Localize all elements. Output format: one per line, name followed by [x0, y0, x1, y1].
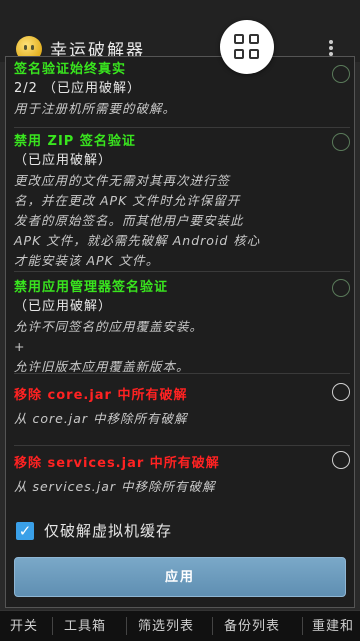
option-status: （已应用破解）	[14, 299, 113, 314]
option-radio[interactable]	[332, 133, 350, 151]
checkbox-checked-icon[interactable]: ✓	[16, 522, 34, 540]
option-description: 允许不同签名的应用覆盖安装。 + 允许旧版本应用覆盖新版本。	[14, 319, 204, 374]
app-bar: 幸运破解器	[0, 0, 360, 62]
option-disable-package-manager-signature[interactable]: 禁用应用管理器签名验证 （已应用破解） 允许不同签名的应用覆盖安装。 + 允许旧…	[14, 277, 350, 374]
checkbox-label: 仅破解虚拟机缓存	[44, 522, 173, 540]
option-description: 从 core.jar 中移除所有破解	[14, 411, 188, 426]
option-title: 移除 services.jar 中所有破解	[14, 456, 220, 471]
option-radio[interactable]	[332, 451, 350, 469]
patch-options-dialog: 签名验证始终真实 2/2 （已应用破解） 用于注册机所需要的破解。 禁用 ZIP…	[5, 56, 355, 608]
overflow-menu-icon[interactable]	[328, 38, 334, 58]
option-radio[interactable]	[332, 65, 350, 83]
option-description: 更改应用的文件无需对其再次进行签 名，并在更改 APK 文件时允许保留开 发者的…	[14, 173, 261, 268]
option-description: 用于注册机所需要的破解。	[14, 101, 177, 116]
option-radio[interactable]	[332, 279, 350, 297]
option-title: 移除 core.jar 中所有破解	[14, 388, 188, 403]
option-remove-services-jar-patches[interactable]: 移除 services.jar 中所有破解 从 services.jar 中移除…	[14, 449, 350, 499]
bottom-tab-bar: 开关 工具箱 筛选列表 备份列表 重建和	[0, 610, 360, 641]
option-title: 禁用 ZIP 签名验证	[14, 134, 136, 149]
option-disable-zip-signature[interactable]: 禁用 ZIP 签名验证 （已应用破解） 更改应用的文件无需对其再次进行签 名，并…	[14, 131, 350, 272]
grid-icon	[234, 34, 244, 44]
option-title: 签名验证始终真实	[14, 62, 127, 77]
tab-toolbox[interactable]: 工具箱	[64, 615, 106, 634]
option-description: 从 services.jar 中移除所有破解	[14, 479, 216, 494]
option-title: 禁用应用管理器签名验证	[14, 280, 169, 295]
grid-menu-button[interactable]	[220, 20, 274, 74]
tab-rebuild[interactable]: 重建和	[312, 615, 354, 634]
option-radio[interactable]	[332, 383, 350, 401]
option-signature-always-valid[interactable]: 签名验证始终真实 2/2 （已应用破解） 用于注册机所需要的破解。	[14, 61, 350, 128]
option-status: （已应用破解）	[14, 153, 113, 168]
tab-switches[interactable]: 开关	[10, 615, 38, 634]
tab-filter-list[interactable]: 筛选列表	[138, 615, 194, 634]
option-remove-core-jar-patches[interactable]: 移除 core.jar 中所有破解 从 core.jar 中移除所有破解	[14, 381, 350, 446]
apply-button[interactable]: 应用	[14, 557, 346, 597]
tab-backup-list[interactable]: 备份列表	[224, 615, 280, 634]
option-status: 2/2 （已应用破解）	[14, 81, 142, 96]
